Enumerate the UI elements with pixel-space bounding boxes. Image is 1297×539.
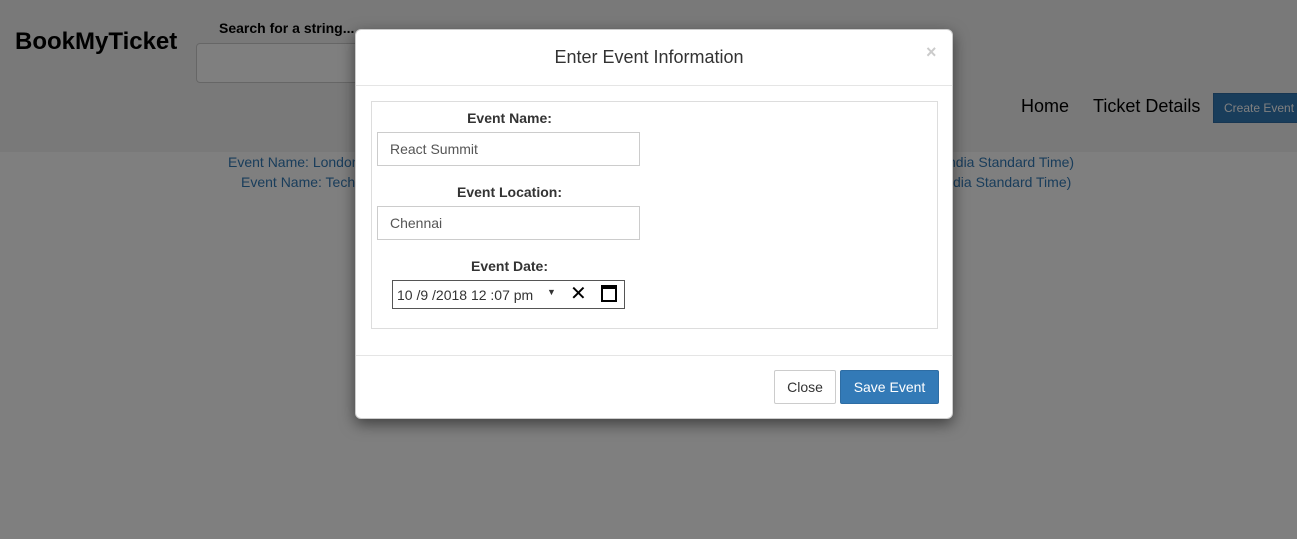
event-date-input[interactable]: 10 /9 /2018 12 :07 pm ▼ ✕ — [392, 280, 625, 309]
modal-header: Enter Event Information × — [356, 30, 952, 86]
close-icon[interactable]: × — [926, 42, 937, 63]
save-event-button[interactable]: Save Event — [840, 370, 939, 404]
calendar-icon[interactable] — [601, 285, 617, 302]
modal-footer-divider — [356, 355, 952, 356]
event-modal: Enter Event Information × Event Name: Re… — [355, 29, 953, 419]
event-location-label: Event Location: — [456, 184, 562, 200]
close-button[interactable]: Close — [774, 370, 836, 404]
event-date-value[interactable]: 10 /9 /2018 12 :07 pm — [397, 287, 533, 303]
event-location-input[interactable]: Chennai — [377, 206, 640, 240]
event-name-label: Event Name: — [467, 110, 552, 126]
event-name-input[interactable]: React Summit — [377, 132, 640, 166]
event-form: Event Name: React Summit Event Location:… — [371, 101, 938, 329]
modal-title: Enter Event Information — [554, 47, 744, 67]
clear-date-icon[interactable]: ✕ — [570, 284, 587, 304]
dropdown-arrow-icon[interactable]: ▼ — [547, 287, 556, 297]
event-date-label: Event Date: — [470, 258, 549, 274]
